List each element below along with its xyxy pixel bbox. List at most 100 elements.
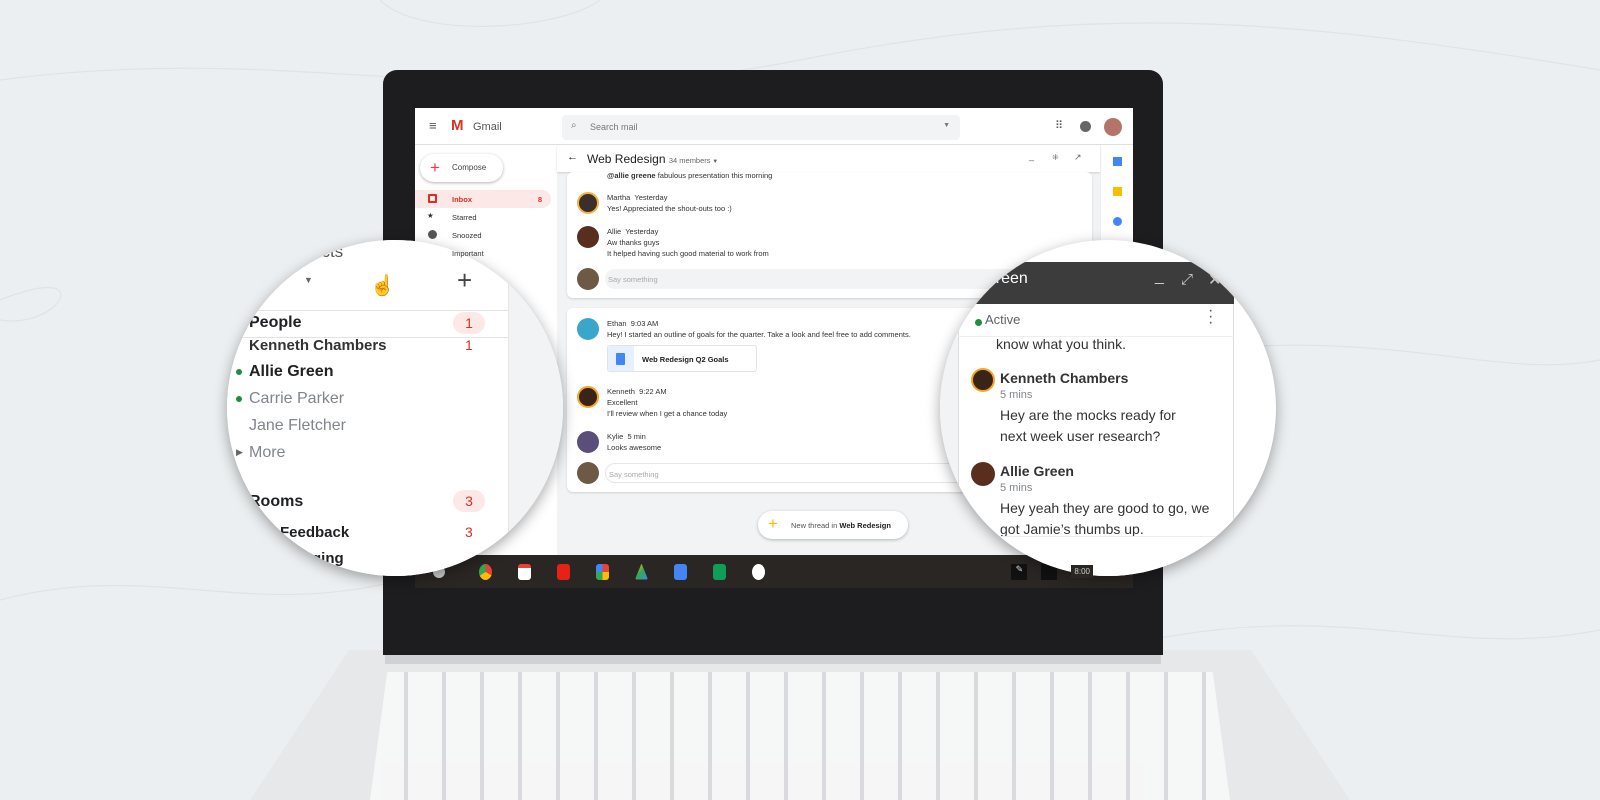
timestamp: Yesterday (634, 193, 668, 202)
search-options-icon[interactable]: ▼ (943, 122, 950, 129)
play-store-icon[interactable] (752, 563, 765, 580)
timestamp: 5 mins (1000, 482, 1033, 494)
search-placeholder: Search mail (590, 122, 638, 132)
search-input[interactable]: ⌕ Search mail ▼ (562, 115, 960, 140)
dm-magnifier: e Green _ ⤢ ✕ Active · · · know what you t… (940, 240, 1276, 576)
tasks-icon[interactable] (1113, 217, 1122, 226)
timestamp: 9:22 AM (639, 387, 667, 396)
partial-message: fabulous presentation this morning (657, 171, 773, 180)
room-item[interactable]: ging (312, 550, 344, 567)
nav-starred[interactable]: ★ Starred (415, 208, 551, 226)
reply-button[interactable]: Reply (978, 541, 996, 548)
mention[interactable]: @allie greene (607, 171, 656, 180)
contact-item[interactable]: Carrie Parker (249, 390, 344, 408)
drive-icon[interactable] (635, 563, 648, 580)
inbox-count: 8 (537, 195, 542, 204)
calendar-icon[interactable] (1113, 157, 1122, 166)
contact-item[interactable]: Jane Fletcher (249, 417, 346, 435)
room-title: Web Redesign (587, 152, 666, 166)
new-thread-room: Web Redesign (839, 521, 891, 530)
more-options-icon[interactable]: · · · (1208, 303, 1214, 331)
minimize-icon[interactable]: _ (1029, 151, 1034, 161)
message-text: I'll review when I get a chance today (607, 409, 728, 418)
clock-icon (428, 230, 437, 239)
more-contacts-button[interactable]: More (249, 444, 285, 462)
people-section-header[interactable]: People (249, 314, 301, 332)
contacts-header: ects (312, 242, 344, 261)
reply-placeholder: Say something (609, 470, 659, 479)
message-text: know what you think. (996, 336, 1126, 352)
add-icon[interactable]: + (457, 265, 472, 296)
nav-label: Important (452, 249, 484, 258)
nav-label: Snoozed (452, 231, 482, 240)
new-thread-label: New thread in (791, 521, 838, 530)
rooms-section-header[interactable]: Rooms (249, 493, 303, 511)
avatar (577, 226, 599, 248)
online-indicator (236, 369, 242, 375)
inbox-icon (428, 194, 437, 203)
chevron-down-icon[interactable]: ▼ (304, 275, 313, 285)
chevron-down-icon[interactable]: ▼ (711, 159, 718, 165)
message: Allie Yesterday Aw thanks guys It helped h… (577, 226, 769, 259)
nav-important[interactable]: Important (415, 244, 551, 262)
presence-status: Active (985, 312, 1021, 327)
avatar (971, 368, 995, 392)
exit-fullscreen-icon[interactable]: ⁜ (1052, 153, 1059, 162)
clock[interactable]: 8:00 (1071, 565, 1093, 578)
keep-icon[interactable] (1113, 187, 1122, 196)
avatar (577, 318, 599, 340)
message: Ethan 9:03 AM Hey! I started an outline o… (577, 318, 911, 340)
contact-item[interactable]: Kenneth Chambers (249, 337, 387, 354)
message-text: Hey! I started an outline of goals for t… (607, 330, 911, 339)
avatar (577, 431, 599, 453)
message: Kenneth 9:22 AM Excellent I'll review when… (577, 386, 728, 419)
gmail-logo-icon: M (451, 117, 464, 134)
gmail-topbar: ≡ M Gmail ⌕ Search mail ▼ ⠿ (415, 108, 1133, 145)
unread-count: 1 (465, 337, 473, 353)
menu-icon[interactable]: ≡ (429, 118, 437, 133)
message-text: It helped having such good material to w… (607, 249, 769, 258)
room-header: ← Web Redesign 34 members ▼ _ ⁜ ↗ (557, 145, 1100, 172)
my-avatar (577, 268, 599, 290)
doc-attachment[interactable]: Web Redesign Q2 Goals (607, 345, 757, 372)
back-arrow-icon[interactable]: ← (567, 151, 578, 163)
sender: Kylie (607, 432, 624, 441)
people-unread-badge: 1 (453, 312, 485, 334)
message-text: Hey yeah they are good to go, we got Jam… (1000, 500, 1210, 537)
sender: Ethan (607, 319, 627, 328)
account-avatar[interactable] (1104, 118, 1122, 136)
avatar (577, 192, 599, 214)
notifications-icon[interactable] (1080, 121, 1091, 132)
close-icon[interactable]: ✕ (1208, 270, 1221, 290)
member-count[interactable]: 34 members (669, 156, 711, 165)
contact-item[interactable]: Allie Green (249, 363, 333, 381)
caret-right-icon[interactable]: ▶ (236, 447, 243, 458)
sender: Allie Green (1000, 463, 1074, 479)
attachment-title: Web Redesign Q2 Goals (642, 355, 729, 364)
message: Martha Yesterday Yes! Appreciated the sho… (577, 192, 732, 214)
timestamp: 5 mins (1000, 389, 1033, 401)
status-dropdown[interactable]: ive (237, 270, 257, 288)
rooms-unread-badge: 3 (453, 490, 485, 512)
compose-button[interactable]: + Compose (420, 154, 503, 182)
message-text: Yes! Appreciated the shout-outs too :) (607, 204, 732, 213)
expand-icon[interactable]: ⤢ (1181, 271, 1193, 288)
contacts-magnifier: ects ive ▼ ☝ + People 1 Kenneth Chambers … (227, 240, 563, 576)
new-thread-button[interactable]: + New thread in Web Redesign (758, 511, 908, 539)
dm-title: e Green (970, 270, 1028, 287)
plus-icon[interactable]: + (962, 537, 970, 553)
room-item[interactable]: Feedback (280, 524, 349, 541)
photos-icon[interactable] (596, 563, 609, 580)
keyboard (370, 672, 1230, 800)
open-in-new-icon[interactable]: ↗ (1074, 152, 1082, 163)
nav-inbox[interactable]: Inbox 8 (415, 190, 551, 208)
timestamp: 9:03 AM (630, 319, 659, 328)
my-avatar (577, 462, 599, 484)
sender: Kenneth (607, 387, 635, 396)
apps-grid-icon[interactable]: ⠿ (1055, 119, 1063, 132)
search-icon: ⌕ (571, 120, 577, 131)
docs-icon[interactable] (674, 563, 687, 580)
message-text: Looks awesome (607, 443, 662, 452)
minimize-icon[interactable]: _ (1155, 268, 1164, 286)
sheets-icon[interactable] (713, 563, 726, 580)
